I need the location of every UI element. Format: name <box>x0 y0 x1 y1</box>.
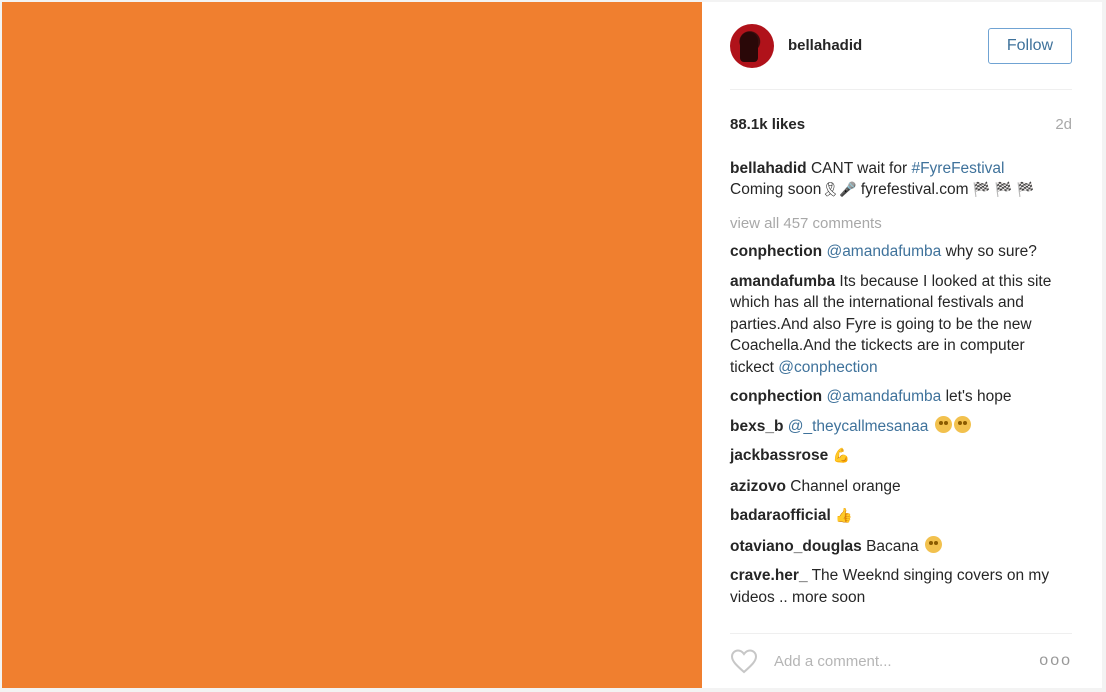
checkered-flag-emoji-icon: 🏁 🏁 🏁 <box>972 182 1035 198</box>
face-emoji-icon <box>924 535 942 553</box>
comment-item: otaviano_douglas Bacana <box>730 535 1072 558</box>
comment-item: azizovo Channel orange <box>730 476 1072 498</box>
comment-mention[interactable]: @conphection <box>778 359 877 376</box>
view-all-comments-link[interactable]: view all 457 comments <box>730 215 1072 232</box>
post-meta: 88.1k likes 2d <box>730 116 1072 133</box>
comment-username[interactable]: otaviano_douglas <box>730 538 862 555</box>
caption-hashtag-link[interactable]: #FyreFestival <box>911 160 1004 177</box>
comment-username[interactable]: crave.her_ <box>730 567 808 584</box>
microphone-emoji-icon: 🎤 <box>839 182 857 198</box>
comment-username[interactable]: badaraofficial <box>730 507 831 524</box>
caption-line2: Coming soon <box>730 181 822 198</box>
comment-item: amandafumba Its because I looked at this… <box>730 271 1072 379</box>
more-options-icon[interactable]: ooo <box>1039 652 1072 670</box>
comment-item: jackbassrose 💪 <box>730 445 1072 468</box>
comment-item: badaraofficial 👍 <box>730 505 1072 528</box>
comment-username[interactable]: conphection <box>730 243 822 260</box>
post-age[interactable]: 2d <box>1055 116 1072 133</box>
comment-bar: ooo <box>730 633 1072 688</box>
post-header: bellahadid Follow <box>730 2 1072 90</box>
comment-text: let's hope <box>941 388 1012 405</box>
post-media-orange-square[interactable] <box>2 2 702 688</box>
comments-list: conphection @amandafumba why so sure? am… <box>730 241 1072 608</box>
avatar[interactable] <box>730 23 774 68</box>
comment-mention[interactable]: @_theycallmesanaa <box>788 418 929 435</box>
comment-username[interactable]: bexs_b <box>730 418 783 435</box>
comment-text: Channel orange <box>785 477 901 495</box>
ribbon-emoji-icon: 🎗 <box>821 182 840 198</box>
comment-username[interactable]: azizovo <box>730 478 786 495</box>
flexed-biceps-emoji-icon: 💪 <box>832 448 850 464</box>
comment-item: conphection @amandafumba let's hope <box>730 386 1072 408</box>
avatar-silhouette <box>740 31 758 62</box>
comment-username[interactable]: amandafumba <box>730 273 835 290</box>
post-sidebar: bellahadid Follow 88.1k likes 2d bellaha… <box>702 2 1102 688</box>
caption-text: CANT wait for <box>806 160 912 177</box>
face-emoji-icon <box>934 415 952 433</box>
follow-button[interactable]: Follow <box>988 27 1072 64</box>
face-emoji-icon <box>953 415 971 433</box>
caption-site: fyrefestival.com <box>856 181 973 198</box>
post-caption: bellahadid CANT wait for #FyreFestival C… <box>730 158 1072 201</box>
heart-outline-icon[interactable] <box>730 648 758 674</box>
screenshot-frame: bellahadid Follow 88.1k likes 2d bellaha… <box>0 0 1106 692</box>
comment-username[interactable]: conphection <box>730 388 822 405</box>
thumbs-up-emoji-icon: 👍 <box>835 508 853 524</box>
header-username[interactable]: bellahadid <box>788 37 988 54</box>
add-comment-input[interactable] <box>772 651 1040 671</box>
comment-username[interactable]: jackbassrose <box>730 447 828 464</box>
comment-item: conphection @amandafumba why so sure? <box>730 241 1072 263</box>
comment-item: crave.her_ The Weeknd singing covers on … <box>730 565 1072 608</box>
post-card: bellahadid Follow 88.1k likes 2d bellaha… <box>2 2 1102 688</box>
likes-count[interactable]: 88.1k likes <box>730 116 805 133</box>
comment-item: bexs_b @_theycallmesanaa <box>730 415 1072 438</box>
comment-text: Bacana <box>861 537 919 555</box>
comment-text: why so sure? <box>941 243 1037 260</box>
comment-mention[interactable]: @amandafumba <box>826 243 941 260</box>
comment-mention[interactable]: @amandafumba <box>826 388 941 405</box>
caption-username[interactable]: bellahadid <box>730 160 807 177</box>
